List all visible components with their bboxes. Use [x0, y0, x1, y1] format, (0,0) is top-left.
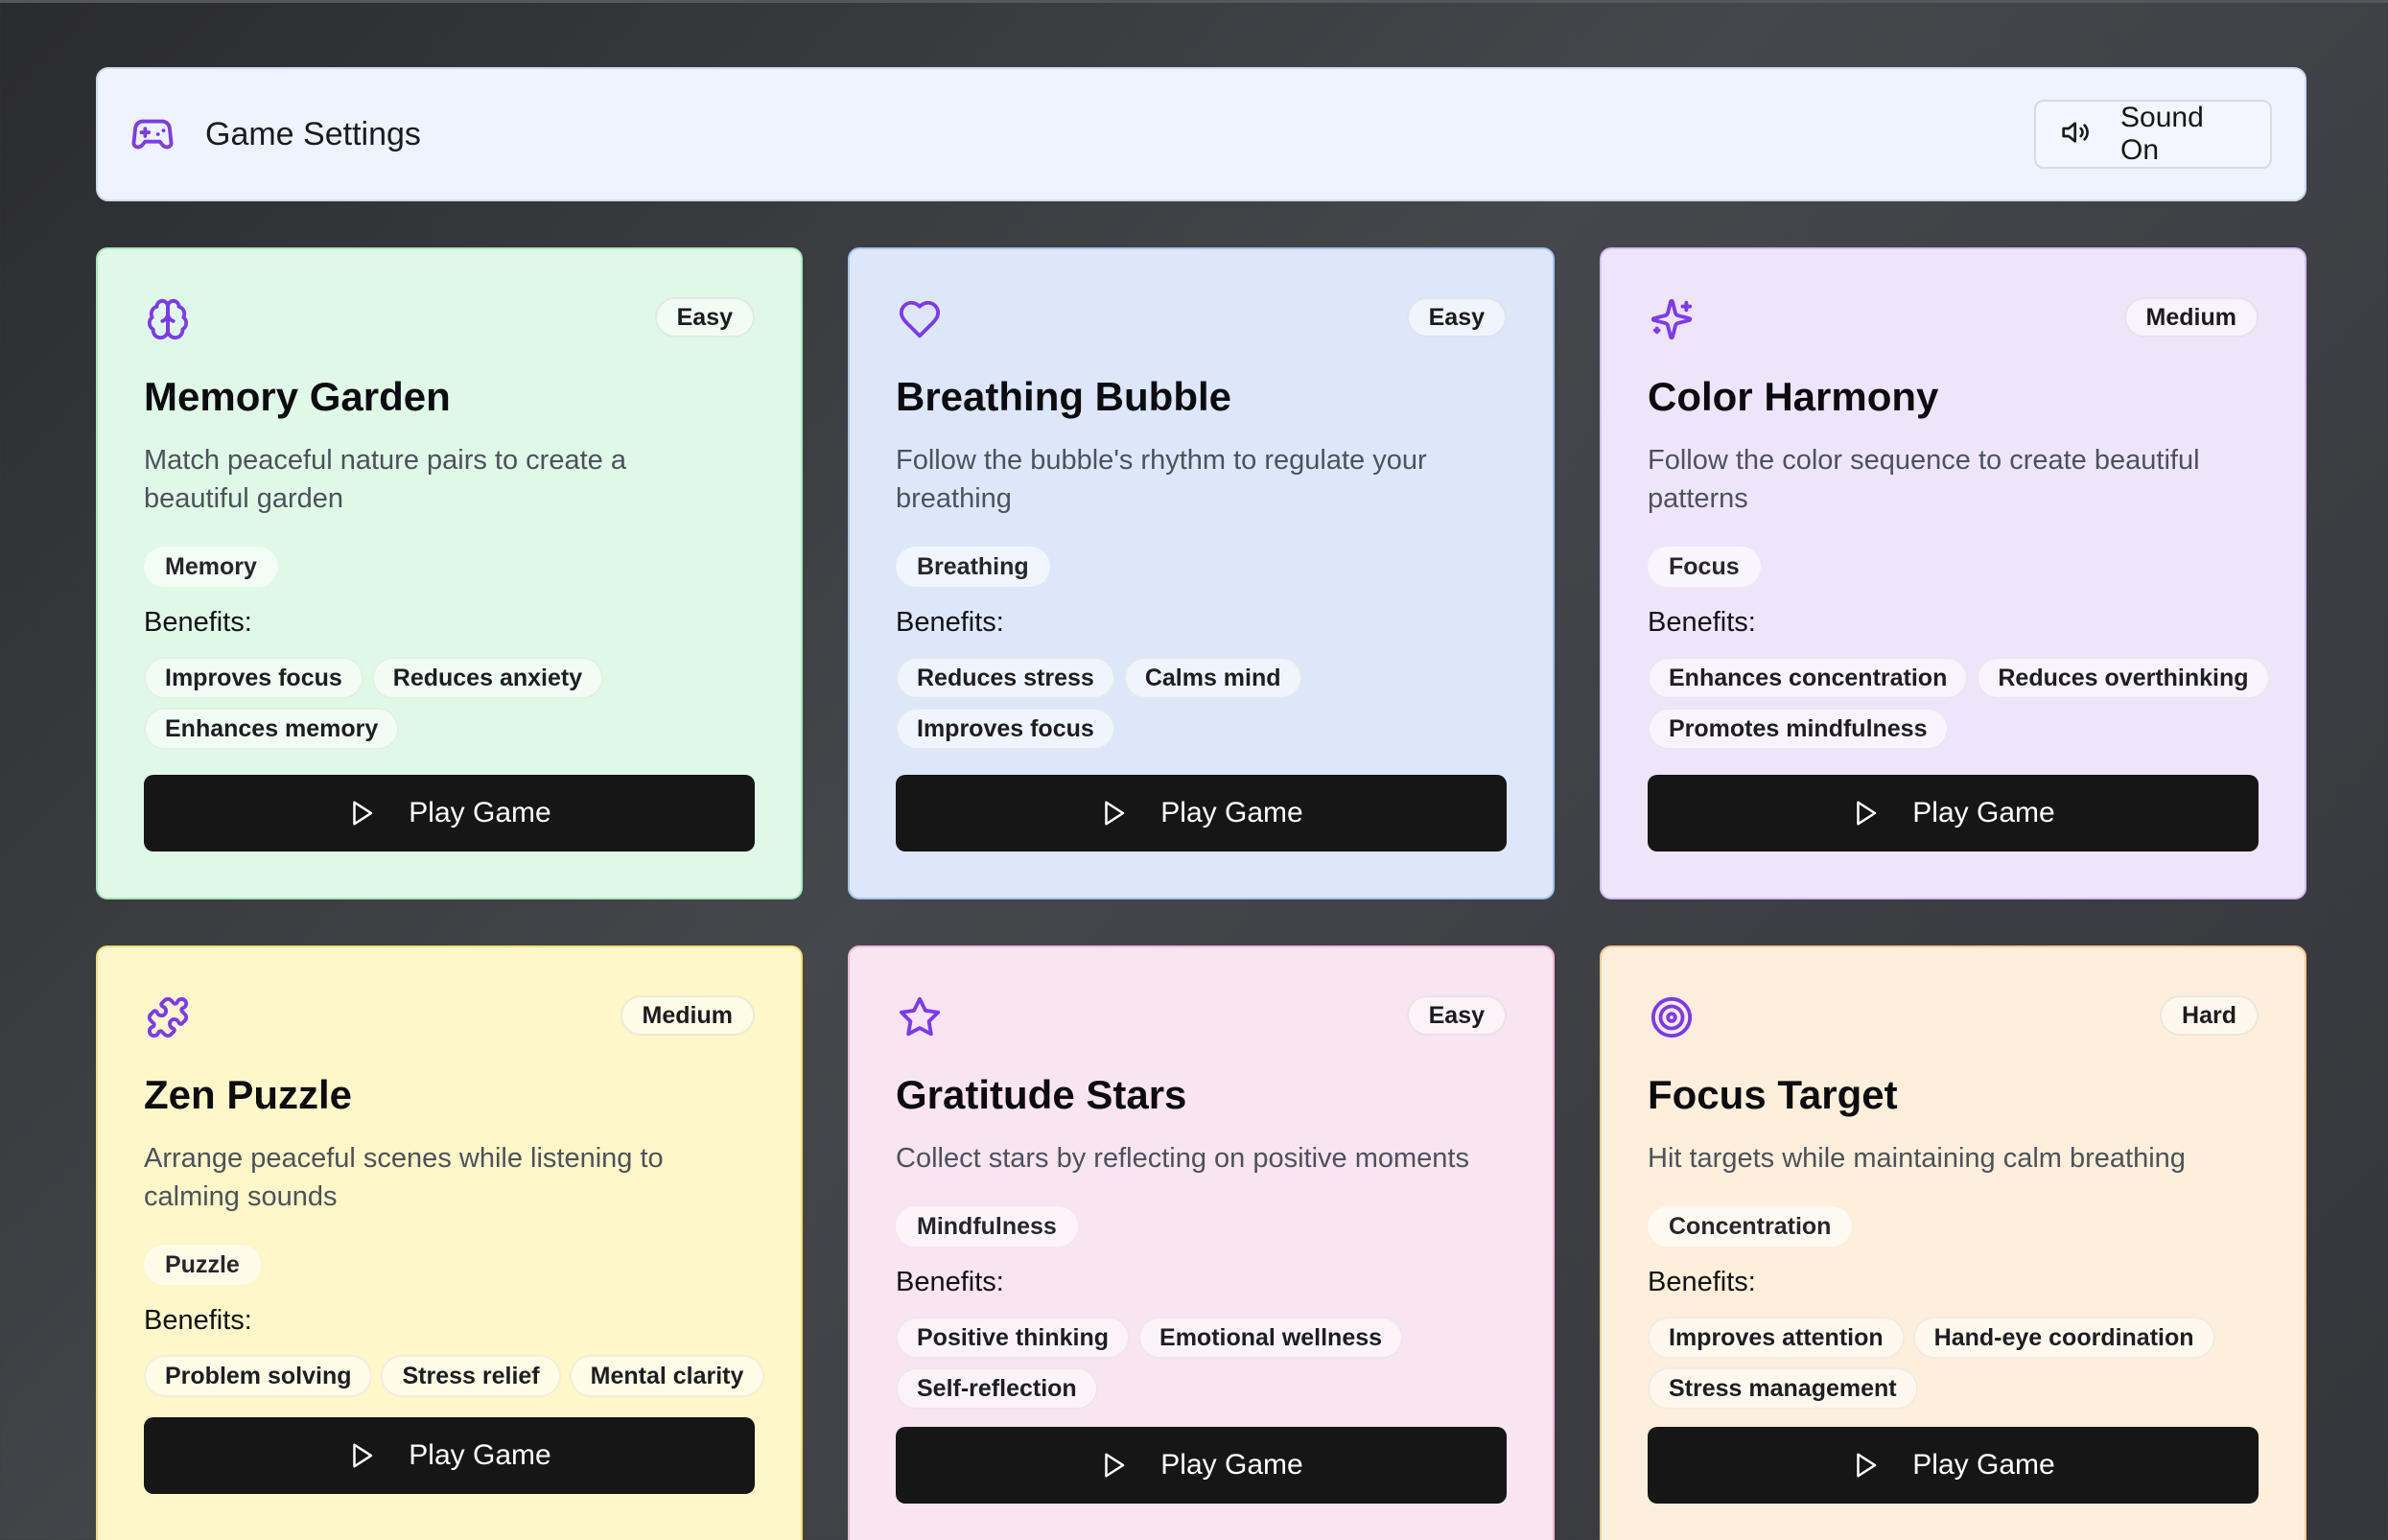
benefits-label: Benefits:: [1648, 1267, 1756, 1297]
difficulty-badge: Easy: [1406, 297, 1507, 338]
play-game-button[interactable]: Play Game: [896, 775, 1507, 852]
game-card: Easy Breathing Bubble Follow the bubble'…: [848, 247, 1555, 899]
game-description: Collect stars by reflecting on positive …: [896, 1143, 1469, 1174]
game-description: Follow the color sequence to create beau…: [1648, 445, 2200, 514]
game-title: Breathing Bubble: [896, 374, 1232, 419]
window-top-border: [0, 0, 2388, 3]
heart-icon: [898, 297, 942, 341]
play-game-label: Play Game: [1160, 1449, 1303, 1481]
game-card: Easy Gratitude Stars Collect stars by re…: [848, 945, 1555, 1540]
brain-icon: [146, 297, 190, 341]
difficulty-badge: Medium: [620, 995, 755, 1036]
difficulty-badge: Easy: [1406, 995, 1507, 1036]
category-tag: Breathing: [896, 547, 1050, 587]
game-settings-header: Game Settings Sound On: [96, 67, 2306, 201]
gamepad-icon: [130, 112, 175, 156]
benefit-tag: Improves focus: [144, 657, 363, 699]
play-game-label: Play Game: [409, 797, 551, 828]
benefit-tag: Problem solving: [144, 1355, 373, 1397]
category-tag: Focus: [1648, 547, 1761, 587]
play-game-button[interactable]: Play Game: [1648, 775, 2259, 852]
benefits-label: Benefits:: [144, 1305, 252, 1336]
benefits-list: Enhances concentration Reduces overthinki…: [1648, 657, 2281, 750]
benefits-list: Positive thinking Emotional wellness Self-…: [896, 1317, 1529, 1410]
play-game-button[interactable]: Play Game: [896, 1427, 1507, 1504]
play-game-button[interactable]: Play Game: [144, 1417, 755, 1494]
game-card: Hard Focus Target Hit targets while main…: [1600, 945, 2306, 1540]
play-game-button[interactable]: Play Game: [144, 775, 755, 852]
play-icon: [1851, 799, 1880, 828]
benefits-label: Benefits:: [1648, 607, 1756, 638]
benefit-tag: Mental clarity: [569, 1355, 765, 1397]
play-game-button[interactable]: Play Game: [1648, 1427, 2259, 1504]
play-icon: [347, 1441, 376, 1470]
benefit-tag: Stress management: [1648, 1367, 1918, 1410]
benefit-tag: Improves focus: [896, 708, 1115, 750]
benefit-tag: Enhances concentration: [1648, 657, 1969, 699]
play-icon: [347, 799, 376, 828]
game-card: Easy Memory Garden Match peaceful nature…: [96, 247, 803, 899]
page-title: Game Settings: [205, 115, 421, 152]
game-description: Follow the bubble's rhythm to regulate y…: [896, 445, 1427, 514]
difficulty-badge: Easy: [654, 297, 755, 338]
benefit-tag: Emotional wellness: [1138, 1317, 1404, 1359]
game-description: Match peaceful nature pairs to create a …: [144, 445, 626, 514]
puzzle-icon: [146, 995, 190, 1039]
benefit-tag: Stress relief: [381, 1355, 561, 1397]
target-icon: [1650, 995, 1694, 1039]
benefits-label: Benefits:: [144, 607, 252, 638]
category-tag: Memory: [144, 547, 278, 587]
star-icon: [898, 995, 942, 1039]
benefits-list: Improves focus Reduces anxiety Enhances me…: [144, 657, 777, 750]
benefit-tag: Calms mind: [1123, 657, 1302, 699]
sparkles-icon: [1650, 297, 1694, 341]
benefits-list: Problem solving Stress relief Mental clari…: [144, 1355, 777, 1397]
game-card: Medium Color Harmony Follow the color se…: [1600, 247, 2306, 899]
benefit-tag: Reduces overthinking: [1977, 657, 2270, 699]
benefits-label: Benefits:: [896, 607, 1004, 638]
game-card: Medium Zen Puzzle Arrange peaceful scene…: [96, 945, 803, 1540]
play-game-label: Play Game: [1912, 1449, 2055, 1481]
benefits-list: Improves attention Hand-eye coordination S…: [1648, 1317, 2281, 1410]
game-title: Memory Garden: [144, 374, 451, 419]
play-game-label: Play Game: [1912, 797, 2055, 828]
game-title: Focus Target: [1648, 1072, 1898, 1117]
category-tag: Puzzle: [144, 1245, 261, 1285]
benefit-tag: Self-reflection: [896, 1367, 1098, 1410]
play-game-label: Play Game: [409, 1439, 551, 1471]
difficulty-badge: Hard: [2160, 995, 2259, 1036]
benefit-tag: Improves attention: [1648, 1317, 1905, 1359]
benefit-tag: Promotes mindfulness: [1648, 708, 1949, 750]
game-description: Hit targets while maintaining calm breat…: [1648, 1143, 2186, 1174]
play-icon: [1099, 1451, 1128, 1480]
game-title: Color Harmony: [1648, 374, 1939, 419]
volume-icon: [2061, 117, 2092, 152]
benefits-label: Benefits:: [896, 1267, 1004, 1297]
benefit-tag: Reduces anxiety: [371, 657, 604, 699]
category-tag: Concentration: [1648, 1206, 1853, 1247]
game-description: Arrange peaceful scenes while listening …: [144, 1143, 664, 1212]
category-tag: Mindfulness: [896, 1206, 1078, 1247]
game-title: Gratitude Stars: [896, 1072, 1187, 1117]
play-icon: [1099, 799, 1128, 828]
game-title: Zen Puzzle: [144, 1072, 353, 1117]
sound-toggle-button[interactable]: Sound On: [2034, 100, 2272, 169]
difficulty-badge: Medium: [2123, 297, 2259, 338]
benefit-tag: Enhances memory: [144, 708, 400, 750]
benefit-tag: Positive thinking: [896, 1317, 1131, 1359]
sound-toggle-label: Sound On: [2120, 102, 2204, 166]
benefit-tag: Reduces stress: [896, 657, 1115, 699]
benefit-tag: Hand-eye coordination: [1912, 1317, 2215, 1359]
benefits-list: Reduces stress Calms mind Improves focus: [896, 657, 1529, 750]
play-game-label: Play Game: [1160, 797, 1303, 828]
play-icon: [1851, 1451, 1880, 1480]
